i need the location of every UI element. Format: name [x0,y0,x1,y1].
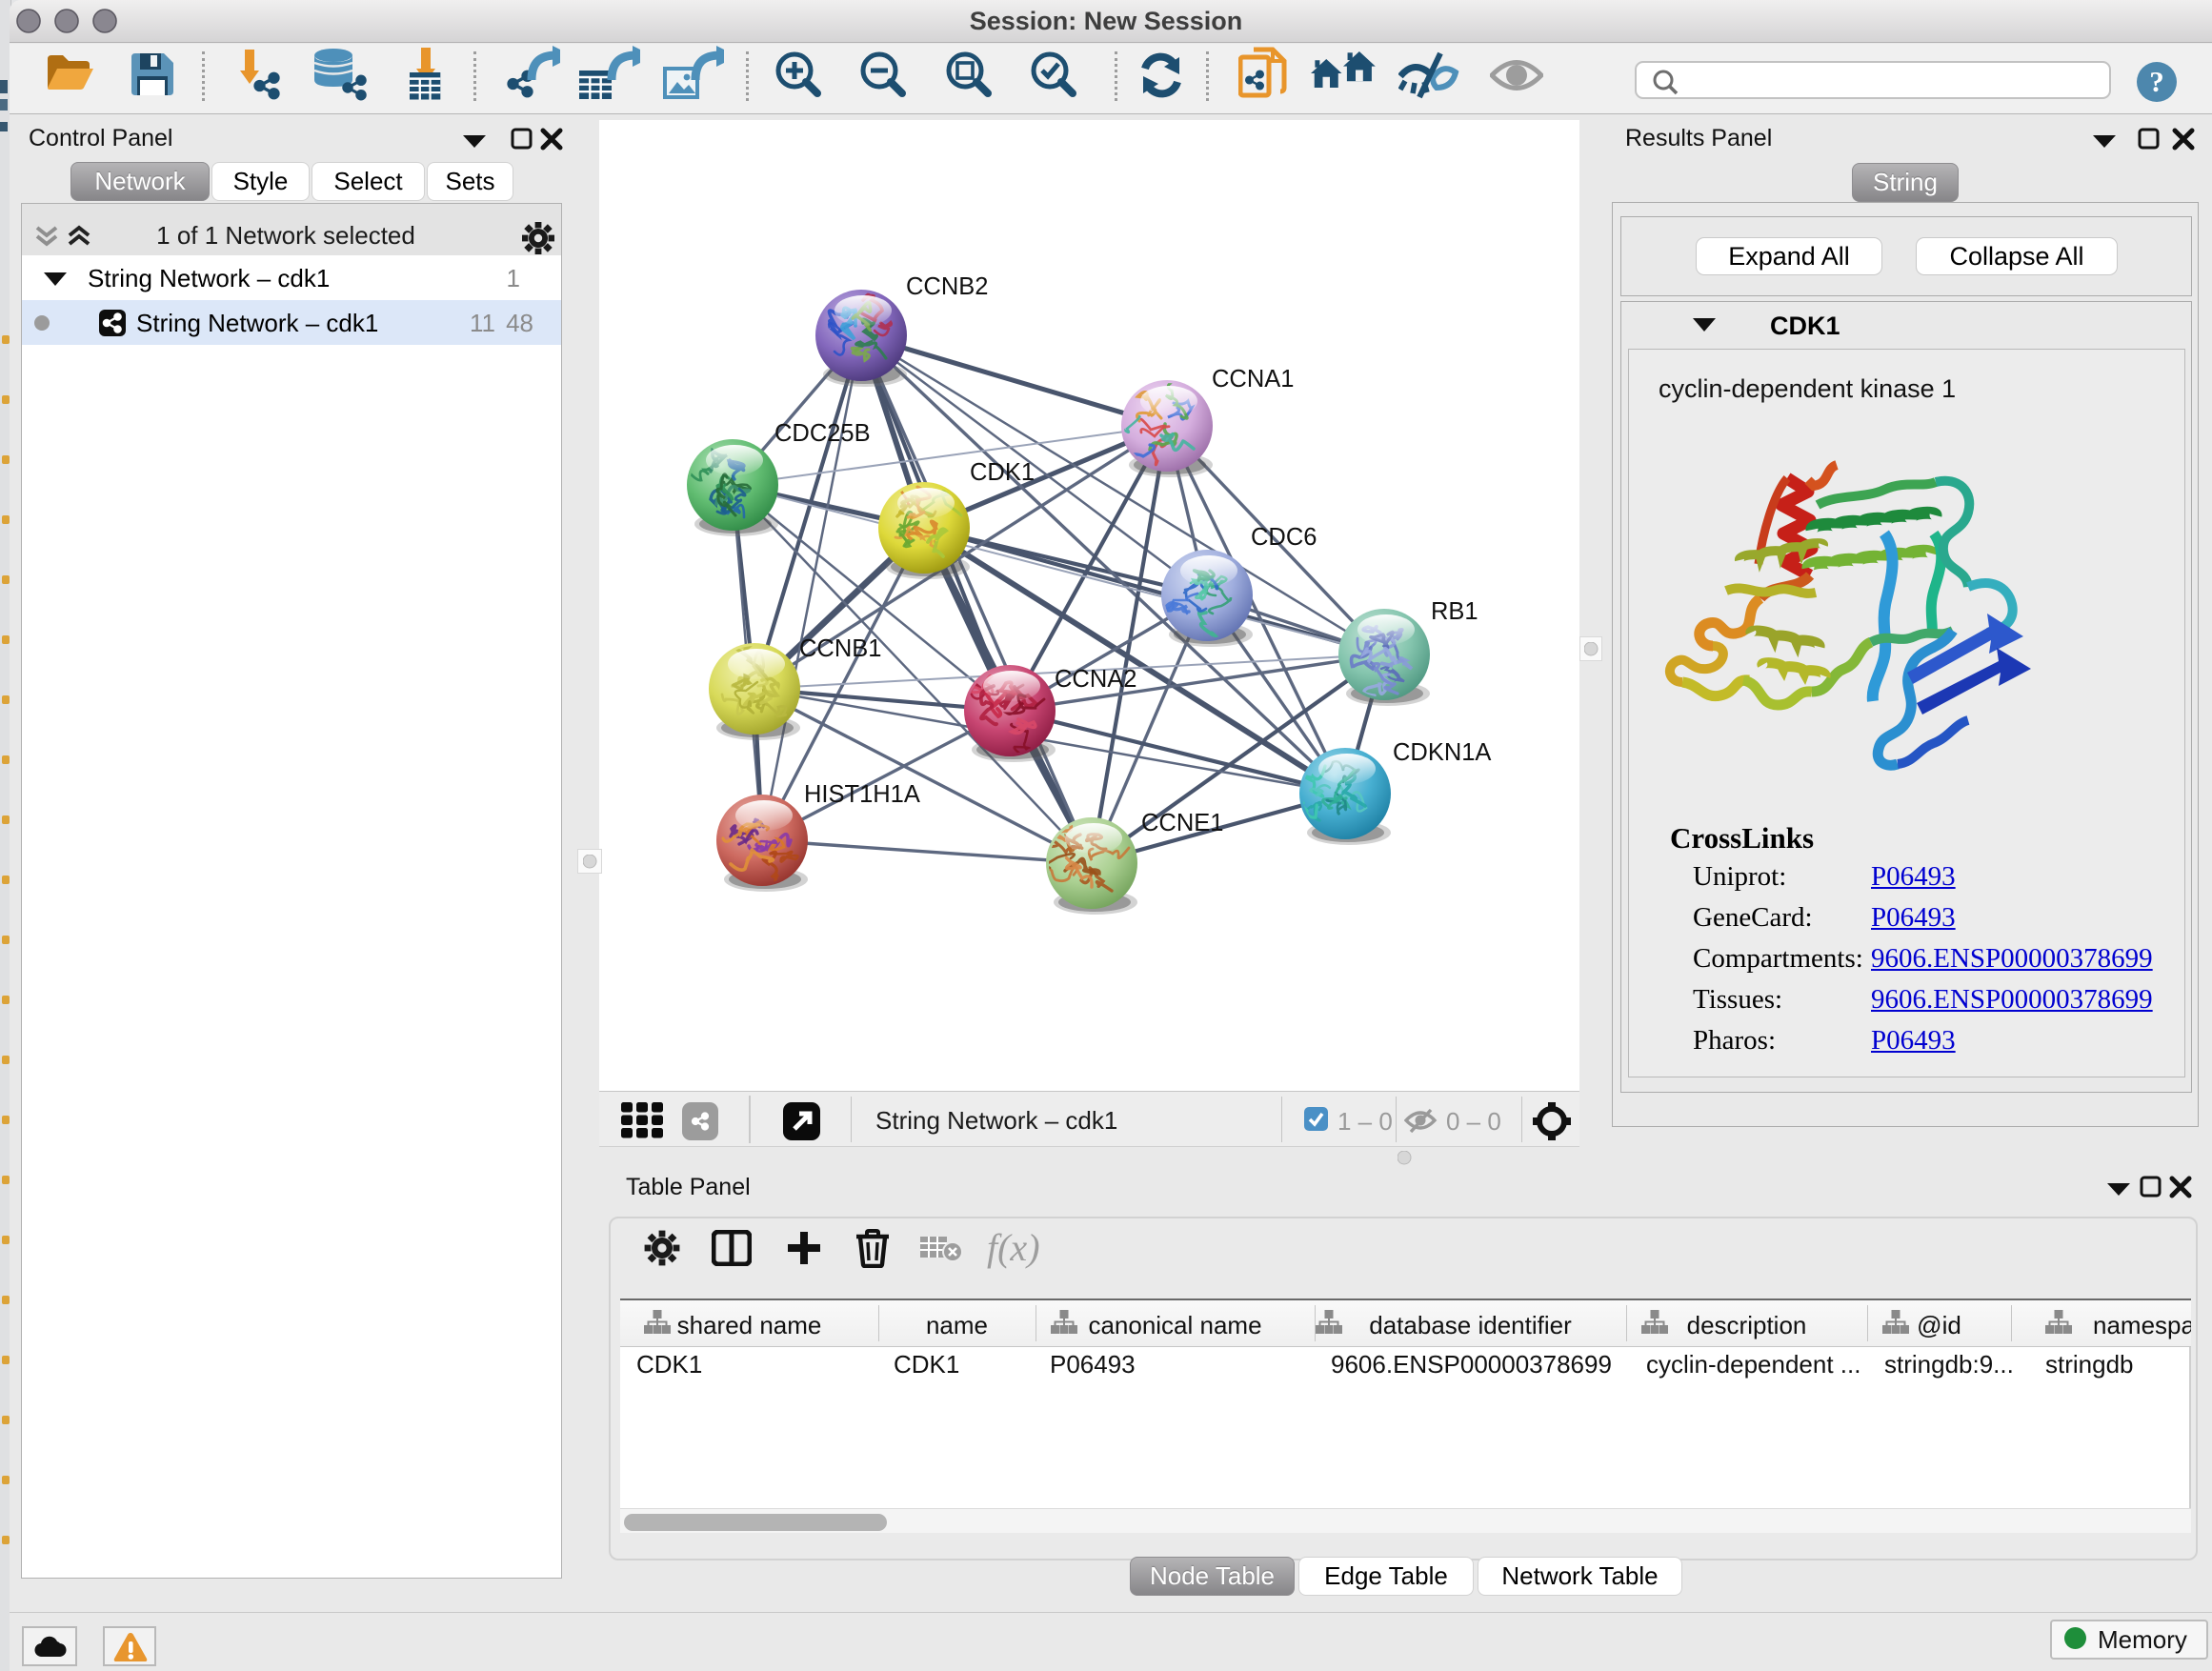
svg-text:CDC6: CDC6 [1251,524,1317,551]
svg-text:CDKN1A: CDKN1A [1393,739,1491,766]
svg-text:CCNA2: CCNA2 [1055,666,1136,693]
svg-text:CCNE1: CCNE1 [1141,810,1223,836]
svg-text:RB1: RB1 [1431,598,1478,625]
svg-text:CCNB2: CCNB2 [906,273,988,300]
svg-text:HIST1H1A: HIST1H1A [804,781,920,808]
svg-text:CCNA1: CCNA1 [1212,366,1294,393]
svg-text:CDC25B: CDC25B [774,420,871,447]
svg-text:CCNB1: CCNB1 [799,635,881,662]
svg-text:CDK1: CDK1 [970,459,1035,486]
svg-text:?: ? [2149,65,2164,98]
